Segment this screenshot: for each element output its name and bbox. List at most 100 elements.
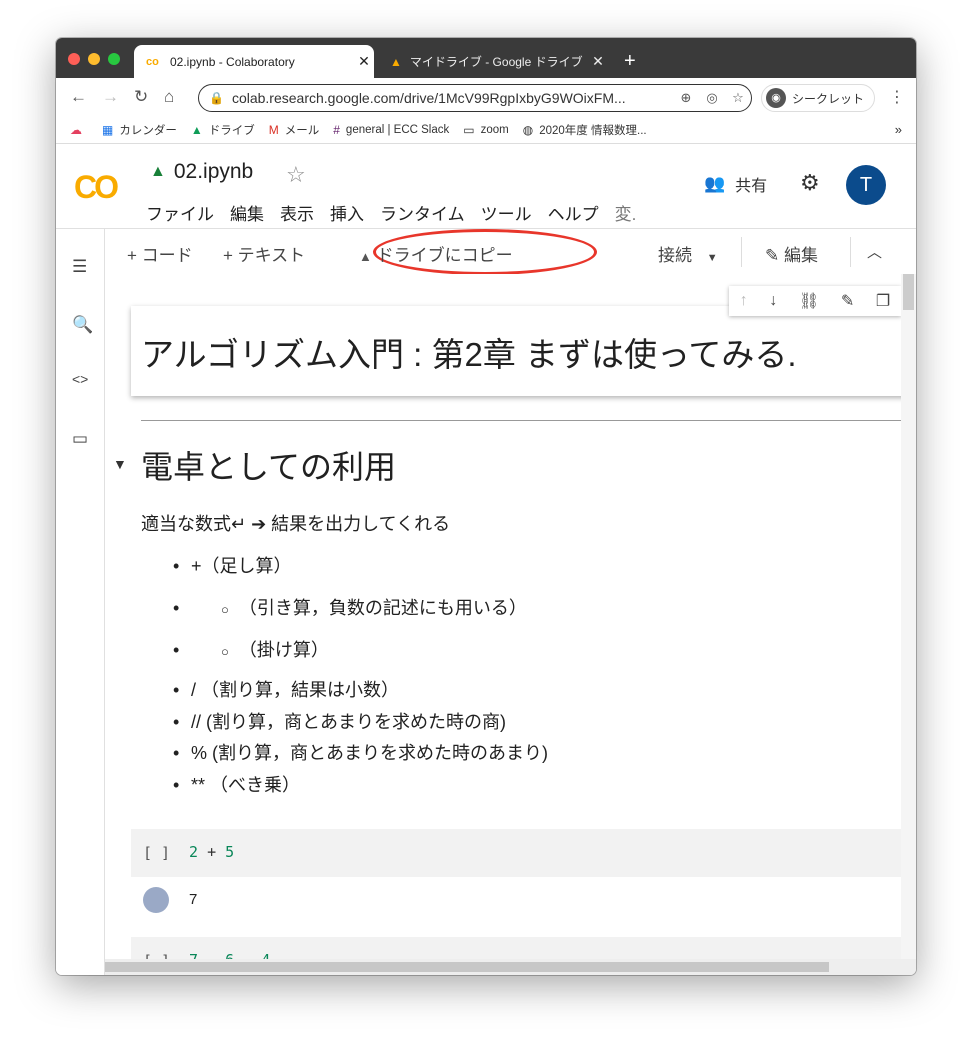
pencil-icon: ✎ (765, 246, 780, 265)
code-source[interactable]: 2 + 5 (189, 843, 234, 861)
list-item-text: （引き算，負数の記述にも用いる） (238, 598, 527, 618)
bookmark-cloud[interactable]: ☁ (70, 123, 88, 137)
star-icon[interactable]: ☆ (725, 90, 751, 106)
arrow-down-icon[interactable]: ↓ (769, 292, 777, 310)
code-source[interactable]: 7 - 6 - 4 (189, 951, 270, 959)
tab-colab[interactable]: co 02.ipynb - Colaboratory ✕ (134, 45, 374, 78)
tab-title: 02.ipynb - Colaboratory (170, 54, 295, 69)
chevron-down-icon: ▼ (706, 252, 718, 264)
list-item: •// (割り算，商とあまりを求めた時の商) (173, 712, 506, 732)
bookmark-gmail[interactable]: M メール (269, 122, 320, 138)
output-value: 7 (189, 891, 198, 908)
connect-button[interactable]: 接続 ▼ (658, 241, 718, 266)
menu-runtime[interactable]: ランタイム (380, 200, 465, 225)
address-bar-row: ← → ↻ ⌂ 🔒 colab.research.google.com/driv… (56, 78, 916, 116)
drive-icon: ▲ (390, 54, 402, 69)
title-text-cell[interactable]: アルゴリズム入門 : 第2章 まずは使ってみる. (131, 306, 901, 396)
home-icon[interactable]: ⌂ (164, 87, 174, 107)
reload-icon[interactable]: ↻ (134, 87, 148, 107)
tab-drive[interactable]: ▲ マイドライブ - Google ドライブ ✕ (378, 45, 608, 78)
collapse-triangle-icon[interactable]: ▼ (113, 456, 127, 472)
bookmark-calendar[interactable]: ▦ カレンダー (102, 122, 177, 138)
list-item: •% (割り算，商とあまりを求めた時のあまり) (173, 743, 548, 763)
lock-icon: 🔒 (209, 91, 224, 105)
bookmark-slack[interactable]: # general | ECC Slack (333, 123, 449, 137)
code-icon[interactable]: <> (72, 371, 88, 387)
code-number: 5 (225, 843, 235, 861)
browser-window: co 02.ipynb - Colaboratory ✕ ▲ マイドライブ - … (56, 38, 916, 975)
chevron-double-right-icon[interactable]: » (895, 122, 902, 137)
cloud-icon: ☁ (70, 122, 82, 137)
add-text-button[interactable]: + テキスト (223, 241, 305, 266)
scrollbar-thumb[interactable] (903, 274, 914, 310)
toc-icon[interactable]: ☰ (72, 257, 87, 277)
back-arrow-icon[interactable]: ← (70, 87, 87, 107)
bookmark-label: zoom (480, 123, 509, 136)
drive-icon: ▲ (150, 163, 166, 180)
people-icon: 👥 (704, 174, 726, 193)
code-operator: - (243, 951, 252, 959)
chevron-up-icon[interactable]: ︿ (867, 241, 882, 262)
horizontal-scrollbar[interactable] (105, 959, 916, 975)
copy-to-drive-button[interactable]: ▲ ドライブにコピー (359, 241, 513, 266)
menu-tools[interactable]: ツール (481, 200, 532, 225)
list-item: • ** （べき乗） (173, 775, 301, 795)
list-item: • / （割り算，結果は小数） (173, 680, 400, 700)
maximize-window-button[interactable] (108, 53, 120, 65)
share-button[interactable]: 👥 共有 (704, 172, 767, 196)
scrollbar-thumb[interactable] (105, 962, 829, 972)
sub-bullet: ○ (221, 644, 229, 659)
new-tab-button[interactable]: + (624, 50, 636, 73)
more-vert-icon[interactable]: ⋮ (889, 87, 905, 107)
sidebar: ☰ 🔍 <> ▭ (56, 229, 105, 975)
menu-file[interactable]: ファイル (146, 200, 214, 225)
notebook-name[interactable]: ▲ 02.ipynb (150, 160, 253, 184)
code-cell[interactable]: [ ] 2 + 5 (131, 829, 901, 877)
edit-label: 編集 (783, 246, 818, 265)
folder-icon[interactable]: ▭ (72, 429, 88, 449)
bookmark-info[interactable]: ◍ 2020年度 情報数理... (523, 122, 647, 138)
code-number: 2 (189, 843, 199, 861)
close-icon[interactable]: ✕ (354, 53, 374, 70)
avatar[interactable]: T (846, 165, 886, 205)
run-cell-button[interactable]: [ ] (143, 952, 170, 959)
arrow-up-icon[interactable]: ↑ (740, 292, 748, 310)
menu-help[interactable]: ヘルプ (548, 200, 599, 225)
mirror-cell-icon[interactable]: ❐ (876, 291, 890, 311)
colab-logo[interactable]: CO (74, 169, 119, 206)
add-code-button[interactable]: + コード (127, 241, 193, 266)
menu-view[interactable]: 表示 (280, 200, 314, 225)
divider (850, 237, 851, 267)
bookmark-label: メール (284, 124, 320, 137)
edit-button[interactable]: ✎ 編集 (765, 241, 818, 266)
menu-insert[interactable]: 挿入 (330, 200, 364, 225)
code-operator: + (207, 843, 217, 861)
close-icon[interactable]: ✕ (588, 53, 608, 70)
globe-icon: ◍ (522, 122, 534, 137)
list-item: • ○ （掛け算） (173, 640, 329, 660)
folder-icon: ▭ (463, 122, 475, 137)
tab-bar: co 02.ipynb - Colaboratory ✕ ▲ マイドライブ - … (56, 38, 916, 78)
zoom-icon[interactable]: ⊕ (673, 90, 699, 106)
menu-changes[interactable]: 変. (615, 200, 637, 225)
divider (141, 420, 901, 421)
minimize-window-button[interactable] (88, 53, 100, 65)
star-icon[interactable]: ☆ (286, 162, 306, 188)
incognito-badge[interactable]: ◉ シークレット (761, 84, 875, 112)
gear-icon[interactable]: ⚙ (800, 170, 820, 196)
search-icon[interactable]: 🔍 (72, 315, 93, 335)
menu-edit[interactable]: 編集 (230, 200, 264, 225)
eye-off-icon[interactable]: ◎ (699, 90, 725, 106)
bookmark-zoom[interactable]: ▭ zoom (463, 123, 508, 137)
close-window-button[interactable] (68, 53, 80, 65)
list-item-text: // (割り算，商とあまりを求めた時の商) (191, 712, 506, 732)
run-cell-button[interactable]: [ ] (143, 844, 170, 862)
forward-arrow-icon[interactable]: → (102, 87, 119, 107)
code-cell[interactable]: [ ] 7 - 6 - 4 (131, 937, 901, 959)
pencil-icon[interactable]: ✎ (841, 291, 854, 311)
list-item-text: +（足し算） (191, 556, 292, 576)
link-icon[interactable]: ⛓ (799, 291, 819, 311)
url-input[interactable]: 🔒 colab.research.google.com/drive/1McV99… (198, 84, 752, 112)
bookmark-drive[interactable]: ▲ ドライブ (191, 122, 255, 138)
vertical-scrollbar[interactable] (901, 274, 916, 959)
